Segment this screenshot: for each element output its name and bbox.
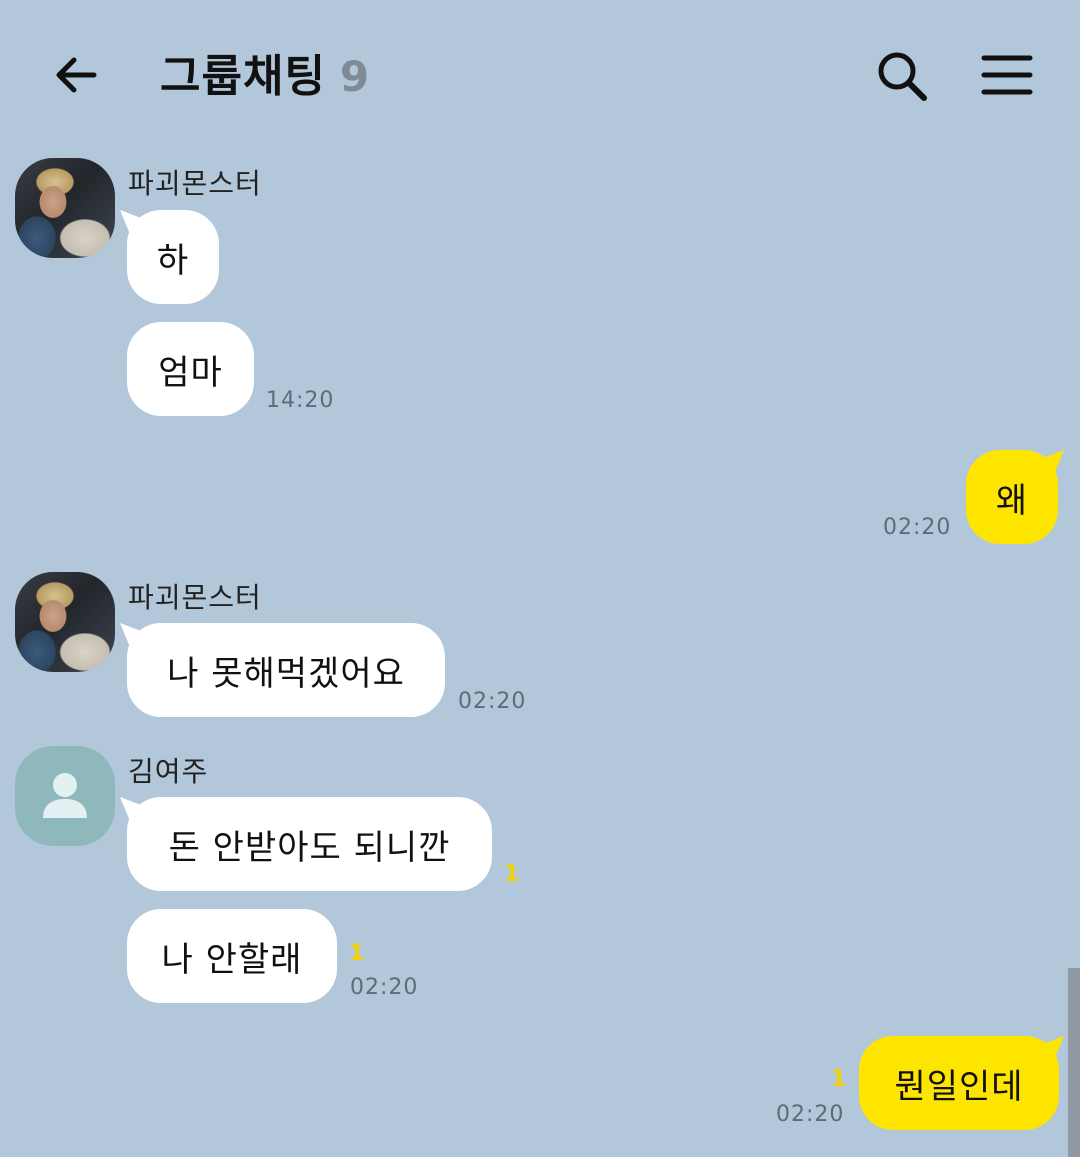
search-button[interactable] (872, 46, 932, 106)
sender-name: 김여주 (128, 755, 209, 788)
unread-count: 1 (349, 941, 365, 966)
message-text: 나 못해먹겠어요 (167, 653, 405, 694)
chat-title: 그룹채팅 (160, 51, 326, 102)
sender-name: 파괴몬스터 (128, 581, 262, 614)
member-count: 9 (339, 52, 370, 101)
sender-name: 파괴몬스터 (128, 167, 262, 200)
message-time: 02:20 (350, 975, 419, 1000)
message-time: 02:20 (776, 1102, 845, 1127)
message-bubble[interactable]: 나 안할래 (127, 909, 337, 1003)
back-arrow-icon (56, 57, 97, 93)
message-time: 14:20 (266, 388, 335, 413)
message-bubble[interactable]: 왜 (966, 450, 1058, 544)
message-bubble[interactable]: 뭔일인데 (859, 1036, 1059, 1130)
search-icon (878, 52, 927, 101)
scrollbar[interactable] (1068, 968, 1080, 1157)
sender-avatar[interactable] (15, 158, 115, 258)
chat-header: 그룹채팅 9 (0, 0, 1080, 140)
message-text: 하 (156, 240, 190, 281)
message-text: 엄마 (158, 352, 223, 393)
message-bubble[interactable]: 돈 안받아도 되니깐 (127, 797, 492, 891)
hamburger-menu-icon (981, 55, 1033, 95)
unread-count: 1 (831, 1067, 847, 1092)
menu-button[interactable] (978, 48, 1036, 102)
message-text: 돈 안받아도 되니깐 (168, 827, 451, 868)
sender-avatar[interactable] (15, 572, 115, 672)
message-time: 02:20 (883, 515, 952, 540)
message-time: 02:20 (458, 689, 527, 714)
message-text: 뭔일인데 (894, 1066, 1024, 1107)
sender-avatar[interactable] (15, 746, 115, 846)
unread-count: 1 (504, 862, 520, 887)
message-bubble[interactable]: 엄마 (127, 322, 254, 416)
message-bubble[interactable]: 나 못해먹겠어요 (127, 623, 445, 717)
chat-title-group: 그룹채팅 9 (160, 40, 369, 110)
default-profile-icon (43, 773, 87, 818)
chat-screen: 그룹채팅 9 파괴몬스터 하 엄마 14:20 왜 02:20 파괴몬스터 나 (0, 0, 1080, 1157)
message-text: 왜 (995, 480, 1029, 521)
message-bubble[interactable]: 하 (127, 210, 219, 304)
message-text: 나 안할래 (161, 939, 303, 980)
back-button[interactable] (48, 48, 104, 104)
